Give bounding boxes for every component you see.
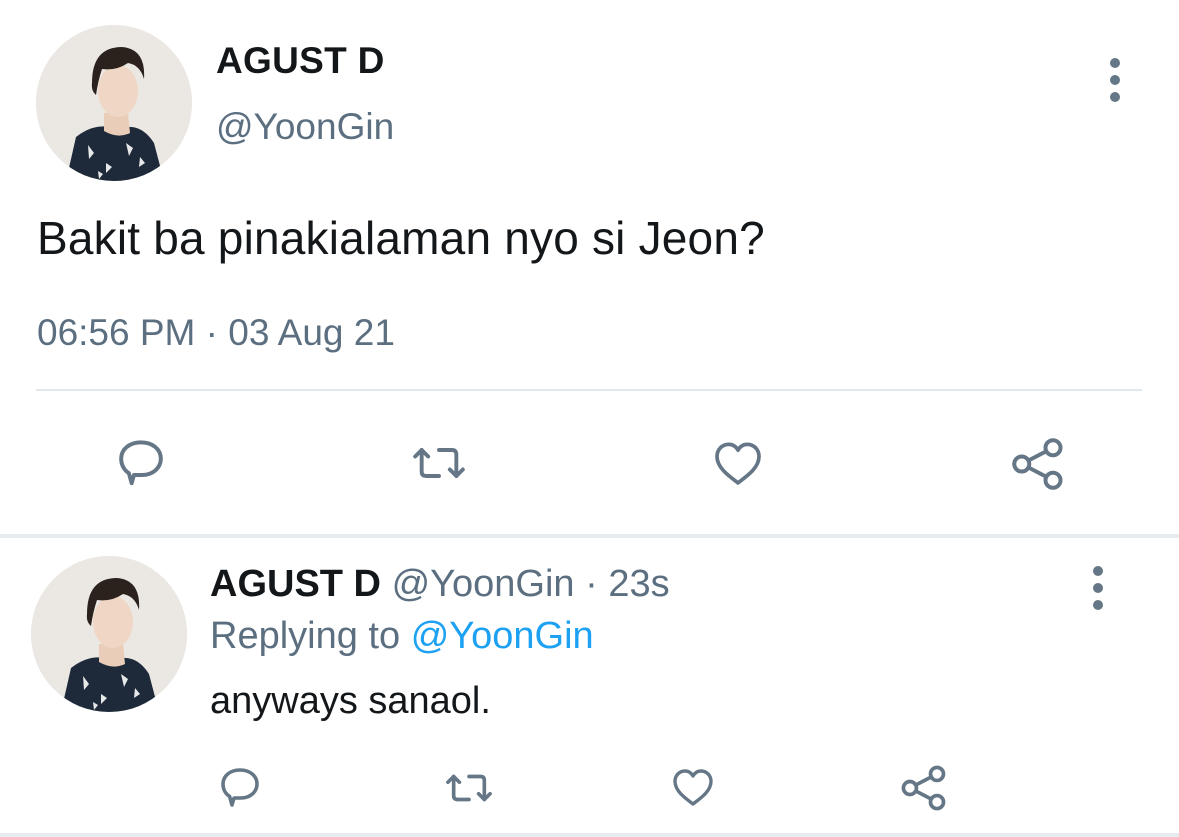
reply-author-handle[interactable]: @YoonGin: [392, 563, 575, 605]
reply-age: 23s: [608, 563, 670, 605]
reply-author-name[interactable]: AGUST D: [210, 563, 381, 605]
tweet-timestamp: 06:56 PM · 03 Aug 21: [37, 312, 395, 353]
reply-text: anyways sanaol.: [210, 680, 491, 722]
profile-photo: [31, 556, 187, 712]
profile-photo: [36, 25, 192, 181]
mention-link[interactable]: @YoonGin: [411, 615, 594, 657]
divider: [0, 833, 1179, 837]
heart-icon[interactable]: [668, 763, 718, 811]
reply-header: AGUST D @YoonGin · 23s: [210, 563, 670, 606]
reply-avatar[interactable]: [31, 556, 187, 712]
more-vertical-icon[interactable]: [1088, 566, 1108, 610]
share-icon[interactable]: [898, 762, 950, 814]
section-divider: [0, 534, 1179, 538]
retweet-icon[interactable]: [407, 437, 471, 489]
author-handle[interactable]: @YoonGin: [216, 106, 394, 148]
author-name[interactable]: AGUST D: [216, 40, 385, 82]
tweet-text: Bakit ba pinakialaman nyo si Jeon?: [37, 212, 765, 264]
replying-to-label: Replying to: [210, 615, 401, 657]
avatar[interactable]: [36, 25, 192, 181]
separator-dot: ·: [585, 563, 598, 605]
share-icon[interactable]: [1008, 434, 1068, 494]
retweet-icon[interactable]: [441, 765, 497, 811]
more-vertical-icon[interactable]: [1105, 58, 1125, 102]
heart-icon[interactable]: [709, 435, 767, 491]
tweet-detail-screen: AGUST D @YoonGin Bakit ba pinakialaman n…: [0, 0, 1179, 837]
replying-to-line: Replying to @YoonGin: [210, 615, 594, 658]
divider: [36, 389, 1142, 391]
comment-icon[interactable]: [113, 433, 169, 489]
comment-icon[interactable]: [216, 762, 264, 810]
